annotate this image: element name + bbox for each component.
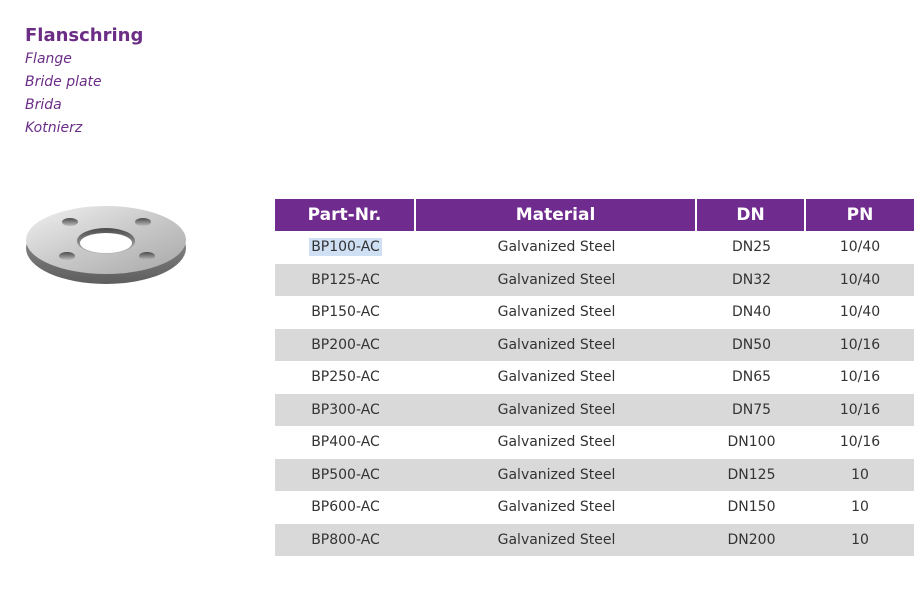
title-block: Flanschring Flange Bride plate Brida Kot… — [25, 24, 143, 140]
table-row: BP300-AC Galvanized Steel DN75 10/16 — [275, 393, 914, 427]
material-cell: Galvanized Steel — [497, 336, 616, 353]
dn-cell: DN25 — [731, 239, 772, 256]
part-nr-cell[interactable]: BP600-AC — [275, 491, 416, 524]
part-nr-cell[interactable]: BP400-AC — [275, 426, 416, 459]
material-cell: Galvanized Steel — [497, 271, 616, 288]
pn-cell: 10/40 — [839, 239, 881, 256]
parts-table: Part-Nr. Material DN PN BP100-AC Galvani… — [275, 199, 914, 556]
flange-plate-image — [26, 206, 186, 284]
material-cell: Galvanized Steel — [497, 434, 616, 451]
pn-cell: 10 — [851, 531, 869, 548]
part-nr-cell[interactable]: BP500-AC — [275, 459, 416, 492]
table-row: BP100-AC Galvanized Steel DN25 10/40 — [275, 231, 914, 264]
table-row: BP250-AC Galvanized Steel DN65 10/16 — [275, 361, 914, 394]
part-nr-cell[interactable]: BP300-AC — [275, 394, 416, 427]
table-row: BP400-AC Galvanized Steel DN100 10/16 — [275, 426, 914, 459]
title-translation-fr: Bride plate — [25, 74, 102, 90]
title-translation-es: Brida — [25, 97, 62, 113]
dn-cell: DN150 — [727, 499, 776, 516]
material-cell: Galvanized Steel — [497, 304, 616, 321]
dn-cell: DN32 — [731, 271, 772, 288]
title-translation-pl: Kotnierz — [25, 120, 83, 136]
dn-cell: DN50 — [731, 336, 772, 353]
part-nr-cell[interactable]: BP250-AC — [275, 361, 416, 394]
pn-cell: 10 — [851, 499, 869, 516]
pn-cell: 10/16 — [839, 369, 881, 386]
pn-cell: 10/40 — [839, 271, 881, 288]
table-row: BP125-AC Galvanized Steel DN32 10/40 — [275, 263, 914, 297]
material-cell: Galvanized Steel — [497, 239, 616, 256]
material-cell: Galvanized Steel — [497, 531, 616, 548]
dn-cell: DN40 — [731, 304, 772, 321]
part-nr-cell[interactable]: BP800-AC — [275, 524, 416, 557]
table-header: Part-Nr. Material DN PN — [275, 199, 914, 231]
dn-cell: DN100 — [727, 434, 776, 451]
pn-cell: 10 — [851, 466, 869, 483]
table-row: BP200-AC Galvanized Steel DN50 10/16 — [275, 328, 914, 362]
part-nr-cell[interactable]: BP200-AC — [275, 329, 416, 362]
part-nr-cell[interactable]: BP100-AC — [275, 231, 416, 264]
header-pn: PN — [806, 199, 914, 231]
header-dn: DN — [697, 199, 806, 231]
product-title: Flanschring — [25, 25, 144, 46]
table-row: BP500-AC Galvanized Steel DN125 10 — [275, 458, 914, 492]
pn-cell: 10/16 — [839, 434, 881, 451]
material-cell: Galvanized Steel — [497, 466, 616, 483]
selected-text[interactable]: BP100-AC — [309, 238, 382, 257]
dn-cell: DN65 — [731, 369, 772, 386]
pn-cell: 10/16 — [839, 336, 881, 353]
dn-cell: DN125 — [727, 466, 776, 483]
dn-cell: DN200 — [727, 531, 776, 548]
material-cell: Galvanized Steel — [497, 369, 616, 386]
pn-cell: 10/16 — [839, 401, 881, 418]
material-cell: Galvanized Steel — [497, 401, 616, 418]
header-material: Material — [416, 199, 697, 231]
header-part-nr: Part-Nr. — [275, 199, 416, 231]
table-row: BP600-AC Galvanized Steel DN150 10 — [275, 491, 914, 524]
title-translation-en: Flange — [25, 51, 72, 67]
table-row: BP800-AC Galvanized Steel DN200 10 — [275, 523, 914, 557]
part-nr-cell[interactable]: BP125-AC — [275, 264, 416, 297]
pn-cell: 10/40 — [839, 304, 881, 321]
material-cell: Galvanized Steel — [497, 499, 616, 516]
table-row: BP150-AC Galvanized Steel DN40 10/40 — [275, 296, 914, 329]
part-nr-cell[interactable]: BP150-AC — [275, 296, 416, 329]
dn-cell: DN75 — [731, 401, 772, 418]
